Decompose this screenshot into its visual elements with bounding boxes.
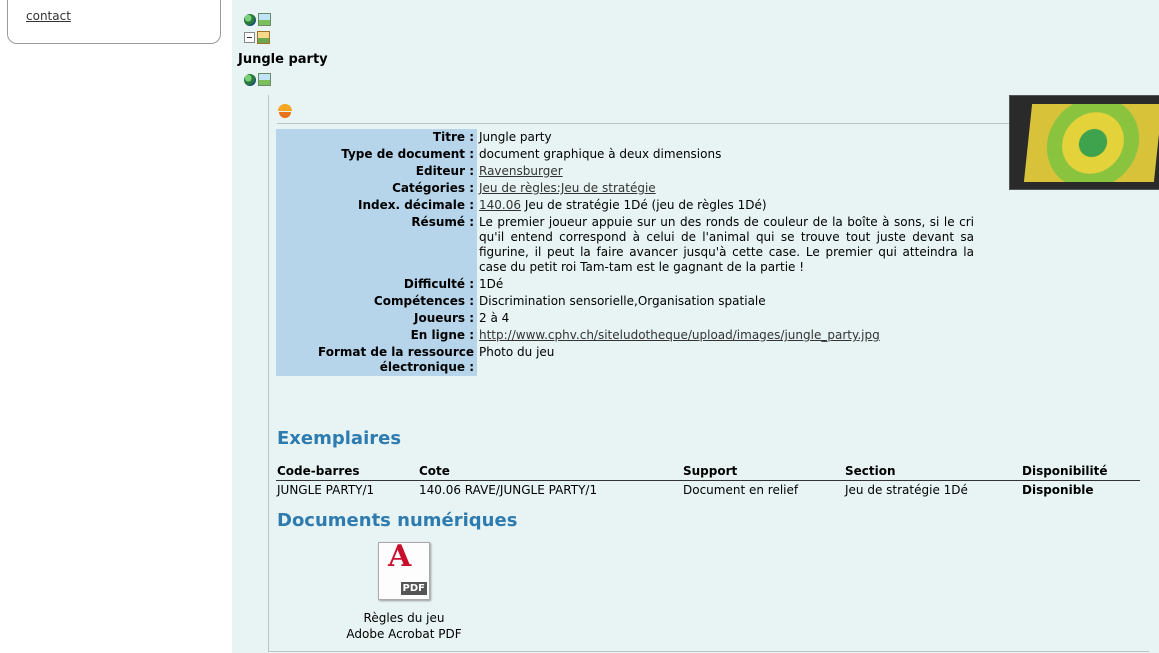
publisher-link[interactable]: Ravensburger <box>479 164 563 178</box>
image-icon[interactable] <box>258 13 271 26</box>
field-row: Catégories : Jeu de règles:Jeu de straté… <box>276 180 976 197</box>
image-icon[interactable] <box>258 73 271 86</box>
toolbar-row-1 <box>244 12 271 26</box>
field-label: Editeur : <box>276 163 477 180</box>
field-row: En ligne : http://www.cphv.ch/siteludoth… <box>276 327 976 344</box>
field-label: Catégories : <box>276 180 477 197</box>
collapse-icon[interactable] <box>244 32 255 43</box>
category-link[interactable]: Jeu de règles:Jeu de stratégie <box>479 181 656 195</box>
document-name: Règles du jeu <box>363 611 445 625</box>
online-link[interactable]: http://www.cphv.ch/siteludotheque/upload… <box>479 328 880 342</box>
field-value: 2 à 4 <box>479 311 510 325</box>
table-cell: Jeu de stratégie 1Dé <box>845 483 968 497</box>
availability-status: Disponible <box>1022 483 1094 497</box>
notice-title: Jungle party <box>238 52 328 67</box>
field-label: Compétences : <box>276 293 477 310</box>
field-value: document graphique à deux dimensions <box>479 147 722 161</box>
globe-icon[interactable] <box>244 73 256 86</box>
field-label: Joueurs : <box>276 310 477 327</box>
field-label: En ligne : <box>276 327 477 344</box>
notice-box: Titre : Jungle party Type de document : … <box>268 95 1159 652</box>
toolbar-row-2 <box>244 30 270 44</box>
globe-icon[interactable] <box>244 13 256 26</box>
field-value: Jeu de règles:Jeu de stratégie <box>477 180 976 197</box>
field-value: http://www.cphv.ch/siteludotheque/upload… <box>477 327 976 344</box>
field-row: Difficulté : 1Dé <box>276 276 976 293</box>
column-header: Cote <box>418 463 682 481</box>
toolbar-row-3 <box>244 72 271 86</box>
field-label: Index. décimale : <box>276 197 477 214</box>
notice-table: Titre : Jungle party Type de document : … <box>276 129 976 376</box>
field-value: Jungle party <box>479 130 552 144</box>
field-value: Photo du jeu <box>479 345 555 359</box>
field-row: Index. décimale : 140.06 Jeu de stratégi… <box>276 197 976 214</box>
field-value: Discrimination sensorielle,Organisation … <box>479 294 766 308</box>
pdf-badge: PDF <box>400 582 427 595</box>
column-header: Code-barres <box>276 463 418 481</box>
field-value: Ravensburger <box>477 163 976 180</box>
field-row: Format de la ressource électronique : Ph… <box>276 344 976 376</box>
field-row: Type de document : document graphique à … <box>276 146 976 163</box>
document-type: Adobe Acrobat PDF <box>346 627 462 641</box>
column-header: Section <box>844 463 1021 481</box>
index-text: Jeu de stratégie 1Dé (jeu de règles 1Dé) <box>521 198 767 212</box>
table-cell: 140.06 RAVE/JUNGLE PARTY/1 <box>419 483 598 497</box>
column-header: Support <box>682 463 844 481</box>
game-thumbnail[interactable] <box>1009 95 1159 190</box>
table-header-row: Code-barres Cote Support Section Disponi… <box>276 463 1140 481</box>
summary-text: Le premier joueur appuie sur un des rond… <box>479 215 974 274</box>
main-panel: Jungle party Titre : Jungle party Type d… <box>232 0 1159 653</box>
field-label: Difficulté : <box>276 276 477 293</box>
table-cell: JUNGLE PARTY/1 <box>277 483 375 497</box>
acrobat-logo-icon: A <box>388 539 412 574</box>
field-row: Editeur : Ravensburger <box>276 163 976 180</box>
contact-link[interactable]: contact <box>26 9 71 23</box>
basket-icon[interactable] <box>278 104 292 118</box>
table-row: JUNGLE PARTY/1 140.06 RAVE/JUNGLE PARTY/… <box>276 481 1140 501</box>
picture-icon[interactable] <box>257 31 270 44</box>
field-row: Joueurs : 2 à 4 <box>276 310 976 327</box>
field-label: Format de la ressource électronique : <box>276 344 477 376</box>
exemplaires-title: Exemplaires <box>277 428 402 449</box>
table-cell: Document en relief <box>683 483 799 497</box>
documents-title: Documents numériques <box>277 510 518 531</box>
field-value: 1Dé <box>479 277 504 291</box>
column-header: Disponibilité <box>1021 463 1140 481</box>
field-row: Titre : Jungle party <box>276 129 976 146</box>
field-row: Compétences : Discrimination sensorielle… <box>276 293 976 310</box>
sidebar-box: contact <box>7 0 221 44</box>
field-label: Résumé : <box>276 214 477 276</box>
index-link[interactable]: 140.06 <box>479 198 521 212</box>
pdf-icon[interactable]: A PDF <box>378 542 430 600</box>
field-label: Titre : <box>276 129 477 146</box>
field-value: 140.06 Jeu de stratégie 1Dé (jeu de règl… <box>477 197 976 214</box>
pdf-document[interactable]: A PDF Règles du jeu Adobe Acrobat PDF <box>334 542 474 642</box>
field-label: Type de document : <box>276 146 477 163</box>
field-row: Résumé : Le premier joueur appuie sur un… <box>276 214 976 276</box>
exemplaires-table: Code-barres Cote Support Section Disponi… <box>276 463 1140 500</box>
